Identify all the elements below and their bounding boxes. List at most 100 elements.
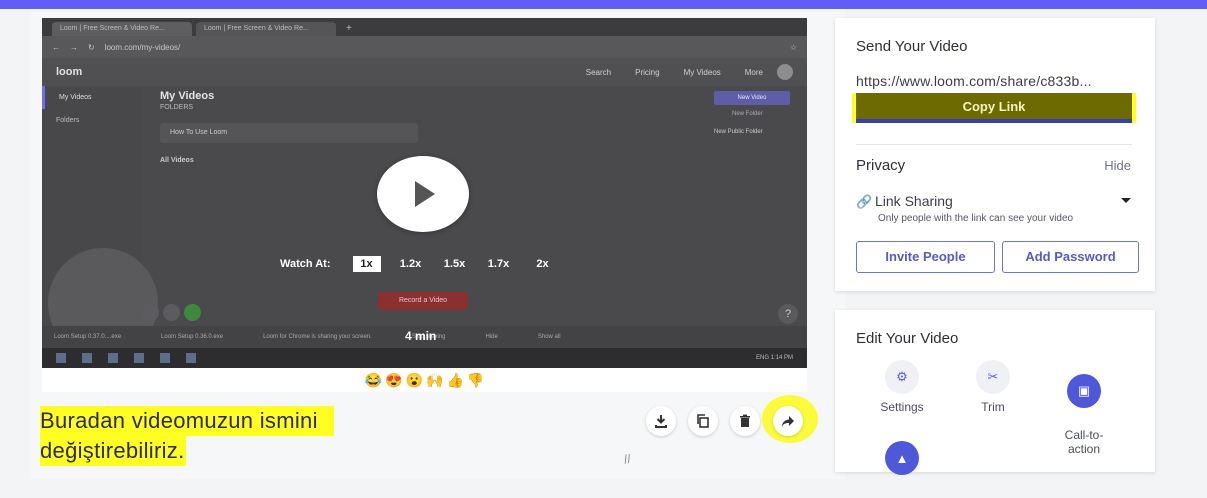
recorded-all-videos-label: All Videos [160, 157, 194, 164]
recorded-new-video-button: New Video [714, 91, 790, 105]
recorded-tab: Loom | Free Screen & Video Re... [196, 22, 336, 36]
play-button[interactable] [377, 156, 469, 232]
call-to-action-icon: ▣ [1067, 374, 1101, 408]
recorded-loom-header: loom Search Pricing My Videos More [42, 58, 807, 86]
recorded-show-all: Show all [537, 334, 561, 340]
recorded-share-notice: Loom for Chrome is sharing your screen. [263, 334, 372, 340]
trash-icon [740, 414, 750, 427]
reaction-bar: 😂 😍 😮 🙌 👍 👎 [42, 368, 807, 392]
recorded-record-button: Record a Video [378, 292, 468, 310]
link-sharing-label: Link Sharing [875, 193, 953, 209]
chevron-down-icon[interactable] [1121, 198, 1131, 203]
recorded-page-title: My Videos [160, 90, 215, 102]
star-icon: ☆ [789, 42, 797, 52]
delete-button[interactable] [730, 406, 760, 436]
plus-icon: + [346, 23, 352, 34]
recorded-nav-item: Search [585, 67, 612, 77]
reaction-heart-eyes[interactable]: 😍 [385, 372, 402, 389]
edit-video-panel: Edit Your Video ⚙ Settings ✂ Trim ▣ Call… [835, 310, 1155, 475]
privacy-heading: Privacy [856, 157, 906, 174]
video-player[interactable]: Loom | Free Screen & Video Re... Loom | … [42, 18, 807, 368]
recorded-taskbar: ENG 1:14 PM [42, 348, 807, 368]
recorded-url: loom.com/my-videos/ [104, 42, 181, 52]
taskbar-app-icon [82, 353, 92, 363]
playback-speed-selector: Watch At: 1x 1.2x 1.5x 1.7x 2x [280, 256, 565, 272]
gear-icon: ⚙ [885, 360, 919, 394]
reaction-thumbs-down[interactable]: 👎 [467, 372, 484, 389]
video-title-line: değiştirebiliriz. [40, 436, 187, 466]
recorded-help-icon: ? [778, 304, 798, 324]
reaction-laugh[interactable]: 😂 [365, 372, 382, 389]
share-url[interactable]: https://www.loom.com/share/c833b... [856, 73, 1092, 89]
call-to-action-tool-label: Call-to- action [1064, 428, 1104, 456]
link-sharing-description: Only people with the link can see your v… [878, 213, 1074, 224]
trim-tool[interactable]: ✂ Trim [958, 360, 1028, 414]
recorded-control [163, 304, 180, 321]
windows-icon [56, 353, 66, 363]
recorded-check-icon [184, 304, 201, 321]
forward-arrow-icon: → [70, 42, 78, 52]
recorded-new-folder-link: New Folder [732, 111, 763, 117]
back-arrow-icon: ← [52, 42, 60, 52]
recorded-nav-item: More [744, 67, 763, 77]
recorded-folder-row: How To Use Loom [160, 123, 418, 143]
speed-option-1-5x[interactable]: 1.5x [433, 258, 477, 270]
send-video-heading: Send Your Video [856, 38, 968, 55]
recorded-download-item: Loom Setup 0.36.0.exe [161, 334, 224, 340]
download-icon [655, 415, 667, 428]
divider [856, 144, 1132, 145]
recorded-sidebar-item: My Videos [42, 86, 142, 109]
taskbar-app-icon [186, 353, 196, 363]
reaction-raised-hands[interactable]: 🙌 [426, 372, 443, 389]
download-button[interactable] [646, 406, 676, 436]
recorded-download-item: Loom Setup 0.37.0....exe [54, 334, 122, 340]
recorded-control [142, 304, 159, 321]
recorded-hide: Hide [485, 334, 498, 340]
send-video-panel: Send Your Video https://www.loom.com/sha… [835, 18, 1155, 291]
share-button[interactable] [773, 406, 803, 436]
recorded-recording-controls [142, 304, 201, 321]
recorded-avatar [777, 64, 793, 80]
recorded-tab: Loom | Free Screen & Video Re... [52, 22, 192, 36]
share-arrow-icon [782, 416, 794, 427]
copy-link-button[interactable]: Copy Link [856, 93, 1132, 123]
duplicate-button[interactable] [688, 406, 718, 436]
settings-tool-label: Settings [880, 400, 924, 414]
add-password-button[interactable]: Add Password [1002, 241, 1139, 273]
recorded-address-bar: ← → ↻ loom.com/my-videos/ ☆ [42, 36, 807, 58]
play-icon [415, 181, 435, 207]
recorded-loom-logo: loom [56, 66, 83, 78]
speed-option-2x[interactable]: 2x [521, 258, 565, 270]
top-accent-bar [0, 0, 1207, 9]
scissors-icon: ✂ [976, 360, 1010, 394]
reaction-surprised[interactable]: 😮 [406, 372, 423, 389]
thumbnail-tool[interactable]: ▲ [867, 441, 937, 481]
video-title[interactable]: Buradan videomuzun ismini değiştirebilir… [40, 406, 460, 466]
settings-tool[interactable]: ⚙ Settings [867, 360, 937, 414]
speed-option-1-2x[interactable]: 1.2x [389, 258, 433, 270]
invite-people-button[interactable]: Invite People [856, 241, 995, 273]
taskbar-app-icon [108, 353, 118, 363]
watch-at-label: Watch At: [280, 258, 331, 270]
link-icon: 🔗 [856, 194, 873, 209]
recorded-folders-label: FOLDERS [160, 104, 194, 111]
recorded-sidebar-item: Folders [56, 117, 80, 124]
recorded-main-content: My Videos FOLDERS How To Use Loom All Vi… [160, 90, 418, 164]
link-sharing-dropdown[interactable]: 🔗 Link Sharing [856, 193, 953, 210]
speed-option-1x[interactable]: 1x [352, 256, 381, 272]
recorded-nav-item: My Videos [683, 67, 721, 77]
taskbar-app-icon [134, 353, 144, 363]
reload-icon: ↻ [88, 42, 95, 52]
reaction-thumbs-up[interactable]: 👍 [446, 372, 463, 389]
copy-icon [697, 414, 709, 428]
video-duration: 4 min [405, 329, 437, 343]
recorded-new-public-folder: New Public Folder [714, 129, 763, 135]
image-icon: ▲ [885, 441, 919, 475]
recorded-nav-item: Pricing [635, 67, 660, 77]
recorded-browser-tabs: Loom | Free Screen & Video Re... Loom | … [42, 18, 807, 36]
recorded-clock: ENG 1:14 PM [755, 355, 793, 361]
privacy-hide-link[interactable]: Hide [1104, 158, 1131, 173]
call-to-action-tool[interactable]: ▣ Call-to- action [1049, 360, 1119, 470]
edit-video-heading: Edit Your Video [856, 330, 959, 347]
speed-option-1-7x[interactable]: 1.7x [477, 258, 521, 270]
